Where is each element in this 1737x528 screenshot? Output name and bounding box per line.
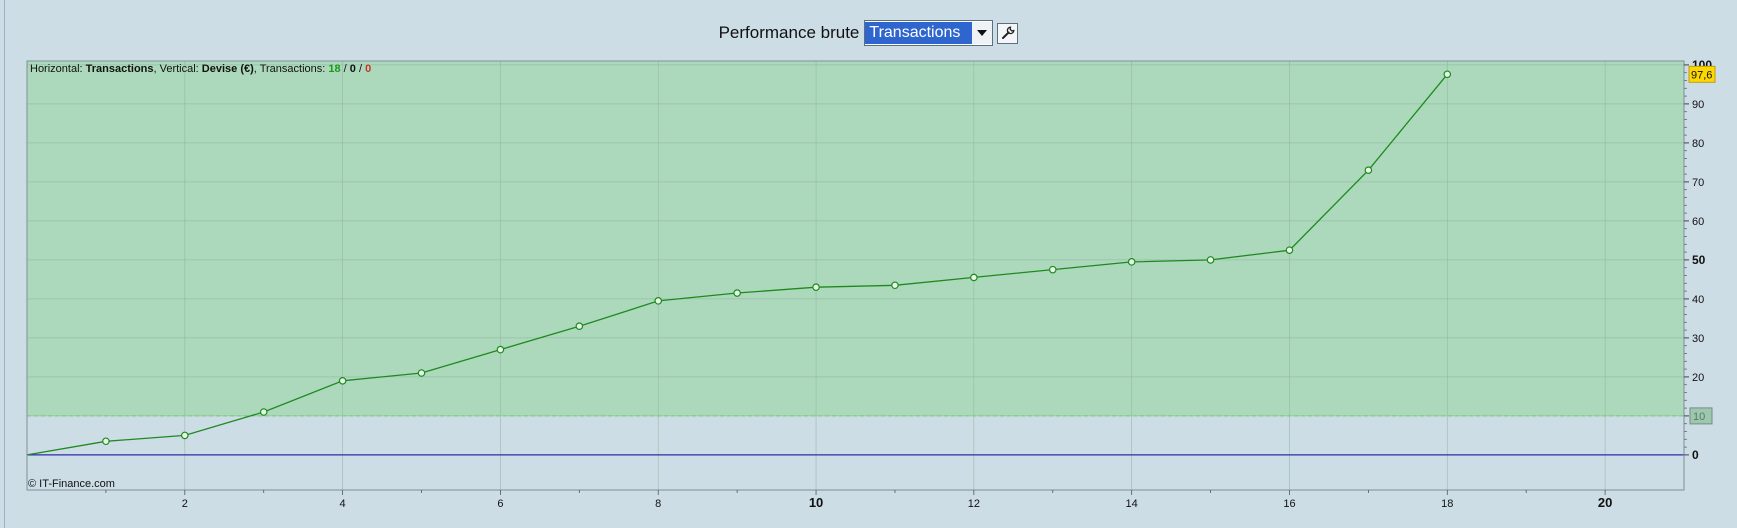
x-tick-label: 12 xyxy=(968,498,980,510)
x-tick-label: 8 xyxy=(655,498,661,510)
fill-above-threshold xyxy=(27,61,1684,416)
data-point xyxy=(891,281,899,290)
data-point xyxy=(733,289,741,297)
data-point xyxy=(1206,256,1215,264)
data-point xyxy=(1048,265,1057,274)
data-point xyxy=(1127,258,1136,266)
chart-info: Horizontal: Transactions, Vertical: Devi… xyxy=(30,63,371,75)
count-total: 18 xyxy=(328,63,340,75)
x-axis: 2 4 6 8 10 12 14 16 18 20 xyxy=(105,490,1612,510)
y-tick-label: 30 xyxy=(1692,333,1704,345)
data-point xyxy=(417,369,426,377)
y-tick-label: 0 xyxy=(1692,448,1699,462)
data-point xyxy=(1364,166,1373,175)
y-tick-label: 20 xyxy=(1692,372,1704,384)
y-tick-label: 40 xyxy=(1692,294,1704,306)
x-tick-label: 14 xyxy=(1126,498,1138,510)
count-loss: 0 xyxy=(365,63,371,75)
data-point xyxy=(970,273,978,282)
threshold-badge: 10 xyxy=(1689,407,1713,425)
x-tick-label: 20 xyxy=(1598,495,1612,510)
y-tick-label: 60 xyxy=(1692,216,1704,228)
x-tick-label: 18 xyxy=(1441,498,1453,510)
x-tick-label: 2 xyxy=(182,498,188,510)
data-point xyxy=(1443,70,1452,79)
data-point xyxy=(496,345,505,354)
data-point xyxy=(1285,246,1294,254)
data-point xyxy=(654,297,663,305)
y-tick-label: 70 xyxy=(1692,177,1704,189)
data-point xyxy=(181,431,189,440)
y-tick-label: 80 xyxy=(1692,138,1704,150)
copyright: © IT-Finance.com xyxy=(28,478,115,490)
data-point xyxy=(812,283,820,292)
y-axis: 01020304050607080901001097,6 xyxy=(1683,58,1716,490)
data-point xyxy=(259,408,268,416)
x-tick-label: 4 xyxy=(340,498,346,510)
line-chart: 01020304050607080901001097,6 24681012141… xyxy=(26,58,1716,510)
x-tick-label: 10 xyxy=(809,495,823,510)
threshold-label: 10 xyxy=(1693,411,1705,423)
last-value-label: 97,6 xyxy=(1691,69,1712,81)
x-tick-label: 16 xyxy=(1283,498,1295,510)
last-value-badge: 97,6 xyxy=(1688,65,1716,83)
data-point xyxy=(102,437,110,446)
y-tick-label: 90 xyxy=(1692,99,1704,111)
data-point xyxy=(338,376,347,385)
data-point xyxy=(575,322,584,331)
y-tick-label: 50 xyxy=(1692,253,1706,267)
x-tick-label: 6 xyxy=(497,498,503,510)
